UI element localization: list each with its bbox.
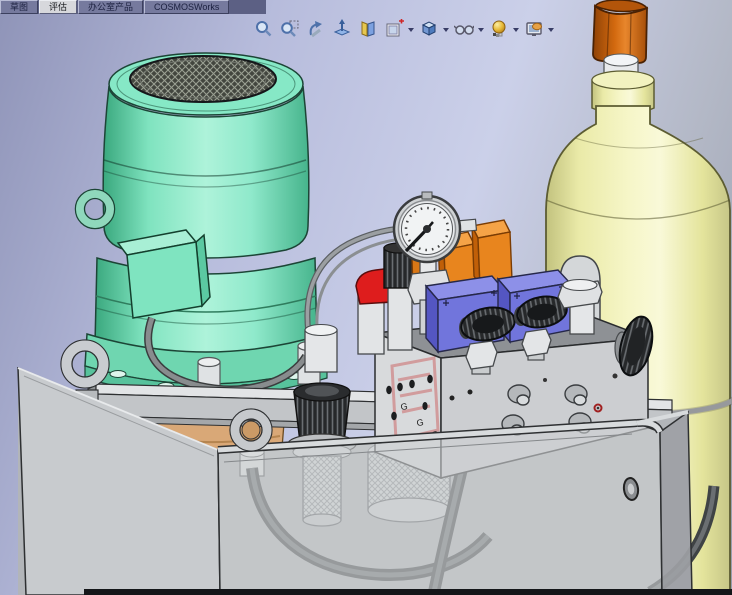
heads-up-view-toolbar bbox=[253, 16, 554, 42]
hide-show-items-icon[interactable] bbox=[453, 18, 475, 40]
tank-right-panel[interactable] bbox=[659, 410, 693, 595]
display-style-dropdown-icon[interactable] bbox=[443, 28, 449, 35]
normal-to-icon[interactable] bbox=[331, 18, 353, 40]
base-edge bbox=[84, 589, 732, 595]
hide-show-items-dropdown-icon[interactable] bbox=[478, 28, 484, 35]
tab-evaluate[interactable]: 评估 bbox=[39, 0, 78, 14]
edit-appearance-icon[interactable] bbox=[488, 18, 510, 40]
port-marking: G bbox=[400, 401, 408, 412]
motor-junction-box[interactable] bbox=[116, 229, 211, 319]
zoom-to-fit-icon[interactable] bbox=[253, 18, 275, 40]
view-orientation-icon[interactable] bbox=[383, 18, 405, 40]
view-orientation-dropdown-icon[interactable] bbox=[408, 28, 414, 35]
apply-scene-icon[interactable] bbox=[523, 18, 545, 40]
apply-scene-dropdown-icon[interactable] bbox=[548, 28, 554, 35]
port-marking: G bbox=[416, 417, 424, 428]
viewport[interactable]: G G G 草图 评估 办公室产品 COSMOSWorks bbox=[0, 0, 732, 595]
command-manager-tabs: 草图 评估 办公室产品 COSMOSWorks bbox=[0, 0, 266, 14]
lifting-eyebolt-front[interactable] bbox=[229, 408, 273, 452]
display-style-icon[interactable] bbox=[418, 18, 440, 40]
tab-office-products[interactable]: 办公室产品 bbox=[78, 0, 144, 14]
previous-view-icon[interactable] bbox=[305, 18, 327, 40]
motor-lifting-lug[interactable] bbox=[74, 188, 116, 230]
tab-cosmosworks[interactable]: COSMOSWorks bbox=[144, 0, 230, 14]
tab-sketch[interactable]: 草图 bbox=[0, 0, 39, 14]
model-scene[interactable]: G G G bbox=[0, 0, 732, 595]
zoom-to-area-icon[interactable] bbox=[279, 18, 301, 40]
motor-fan-cover bbox=[129, 55, 277, 103]
edit-appearance-dropdown-icon[interactable] bbox=[513, 28, 519, 35]
electric-motor[interactable] bbox=[74, 52, 328, 397]
section-view-icon[interactable] bbox=[357, 18, 379, 40]
